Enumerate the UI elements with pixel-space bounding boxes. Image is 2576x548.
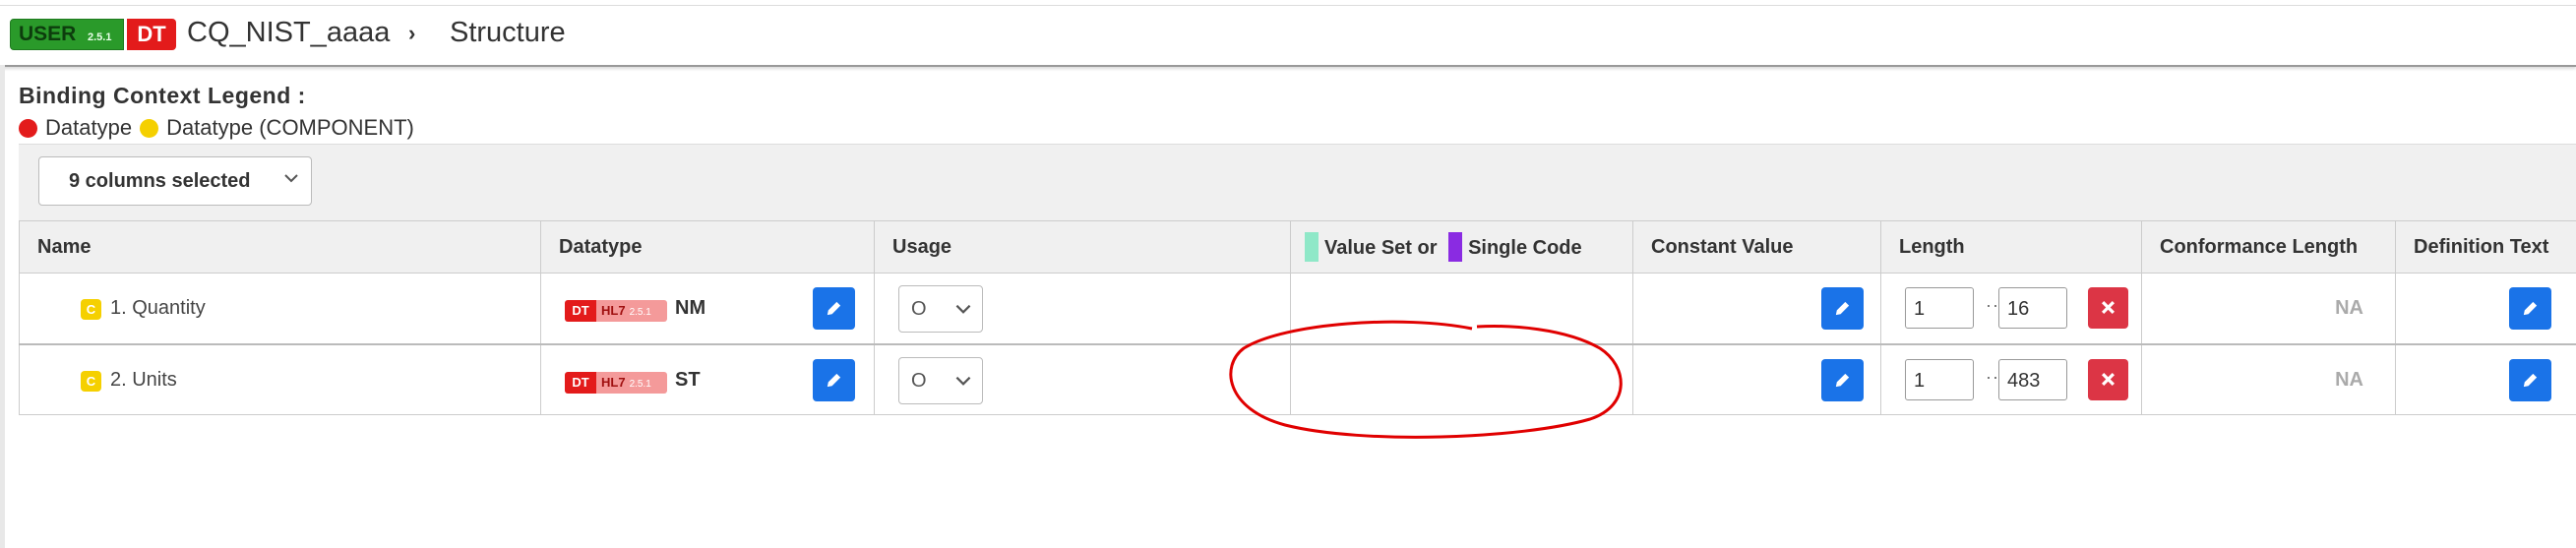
field-name: 2. Units — [110, 368, 177, 391]
length-min-input[interactable]: 1 — [1905, 358, 1974, 400]
edit-definition-button[interactable] — [2509, 287, 2551, 330]
hl7-version: 2.5.1 — [629, 378, 651, 390]
column-header-usage[interactable]: Usage — [874, 220, 1291, 274]
pencil-icon — [827, 373, 841, 387]
edit-constant-button[interactable] — [1821, 287, 1864, 330]
edit-datatype-button[interactable] — [813, 287, 855, 330]
length-min-value: 1 — [1914, 298, 1926, 320]
value-set-marker — [1305, 232, 1319, 262]
datatype-cell: DT HL7 2.5.1 ST — [540, 342, 875, 415]
usage-value: O — [911, 298, 927, 320]
length-max-input[interactable]: 16 — [1998, 287, 2067, 329]
user-badge-version: 2.5.1 — [88, 31, 112, 43]
length-cell: 1 ·· 483 — [1880, 342, 2142, 415]
user-badge-label: USER — [19, 23, 77, 45]
legend-row: Datatype Datatype (COMPONENT) — [19, 115, 414, 141]
column-header-datatype[interactable]: Datatype — [540, 220, 875, 274]
red-circle-annotation — [1229, 320, 1623, 439]
usage-value: O — [911, 369, 927, 392]
conformance-length-value: NA — [2335, 368, 2363, 391]
length-max-value: 16 — [2007, 298, 2030, 320]
field-name: 1. Quantity — [110, 297, 206, 319]
dt-badge: DT — [565, 300, 596, 322]
length-separator: ·· — [1986, 366, 1999, 387]
name-cell: C 1. Quantity — [19, 273, 541, 344]
usage-select[interactable]: O — [898, 356, 983, 404]
length-max-input[interactable]: 483 — [1998, 358, 2067, 400]
edit-datatype-button[interactable] — [813, 358, 855, 401]
hl7-badge: HL7 2.5.1 — [596, 371, 667, 394]
remove-length-button[interactable] — [2088, 287, 2128, 329]
conformance-length-cell: NA — [2141, 273, 2396, 344]
dt-badge: DT — [565, 371, 596, 394]
top-bar: USER 2.5.1 DT CQ_NIST_aaaa › Structure — [0, 0, 2576, 67]
close-icon — [2102, 301, 2115, 314]
pencil-icon — [1835, 301, 1850, 316]
chevron-down-icon — [955, 304, 971, 314]
datatype-name[interactable]: NM — [675, 297, 705, 320]
single-code-label: Single Code — [1468, 237, 1582, 259]
pencil-icon — [2523, 301, 2538, 316]
legend-title: Binding Context Legend : — [19, 83, 306, 108]
pencil-icon — [1835, 373, 1850, 387]
column-header-definition-text[interactable]: Definition Text — [2395, 220, 2576, 274]
value-set-label: Value Set or — [1324, 237, 1438, 259]
column-header-length[interactable]: Length — [1880, 220, 2142, 274]
name-cell: C 2. Units — [19, 342, 541, 415]
chevron-down-icon — [284, 174, 298, 183]
conformance-length-value: NA — [2335, 297, 2363, 319]
user-badge: USER 2.5.1 — [10, 19, 124, 50]
hl7-version: 2.5.1 — [629, 307, 651, 318]
conformance-length-cell: NA — [2141, 342, 2396, 415]
columns-selector[interactable]: 9 columns selected — [38, 156, 312, 206]
constant-value-cell — [1632, 342, 1881, 415]
definition-text-cell — [2395, 273, 2576, 344]
length-cell: 1 ·· 16 — [1880, 273, 2142, 344]
chevron-down-icon — [955, 376, 971, 386]
close-icon — [2102, 372, 2115, 386]
left-border — [0, 65, 5, 548]
column-header-constant-value[interactable]: Constant Value — [1632, 220, 1881, 274]
datatype-name[interactable]: ST — [675, 369, 701, 392]
component-badge: C — [81, 299, 101, 320]
columns-selector-label: 9 columns selected — [69, 170, 251, 192]
table-toolbar: 9 columns selected — [19, 144, 2576, 221]
breadcrumb-title[interactable]: CQ_NIST_aaaa — [187, 17, 390, 49]
edit-constant-button[interactable] — [1821, 358, 1864, 401]
red-dot-icon — [19, 118, 37, 138]
column-header-conformance-length[interactable]: Conformance Length — [2141, 220, 2396, 274]
table-header-row: Name Datatype Usage Value Set or Single … — [19, 220, 2576, 274]
datatype-cell: DT HL7 2.5.1 NM — [540, 273, 875, 344]
edit-definition-button[interactable] — [2509, 358, 2551, 401]
length-separator: ·· — [1986, 295, 1999, 315]
hl7-badge: HL7 2.5.1 — [596, 300, 667, 322]
component-badge: C — [81, 370, 101, 392]
remove-length-button[interactable] — [2088, 358, 2128, 400]
definition-text-cell — [2395, 342, 2576, 415]
single-code-marker — [1448, 232, 1463, 262]
hl7-label: HL7 — [601, 303, 626, 318]
usage-select[interactable]: O — [898, 285, 983, 333]
column-header-value-set[interactable]: Value Set or Single Code — [1290, 220, 1633, 274]
length-min-input[interactable]: 1 — [1905, 287, 1974, 329]
breadcrumb-current: Structure — [450, 17, 566, 48]
yellow-dot-icon — [140, 118, 159, 138]
hl7-label: HL7 — [601, 374, 626, 390]
constant-value-cell — [1632, 273, 1881, 344]
column-header-name[interactable]: Name — [19, 220, 541, 274]
length-max-value: 483 — [2007, 369, 2041, 392]
pencil-icon — [2523, 373, 2538, 387]
dt-badge: DT — [127, 19, 176, 50]
length-min-value: 1 — [1914, 369, 1926, 392]
legend-item-component: Datatype (COMPONENT) — [166, 115, 414, 140]
legend-item-datatype: Datatype — [45, 115, 133, 140]
pencil-icon — [827, 301, 841, 316]
chevron-right-icon: › — [408, 21, 416, 45]
top-divider — [0, 5, 2576, 6]
